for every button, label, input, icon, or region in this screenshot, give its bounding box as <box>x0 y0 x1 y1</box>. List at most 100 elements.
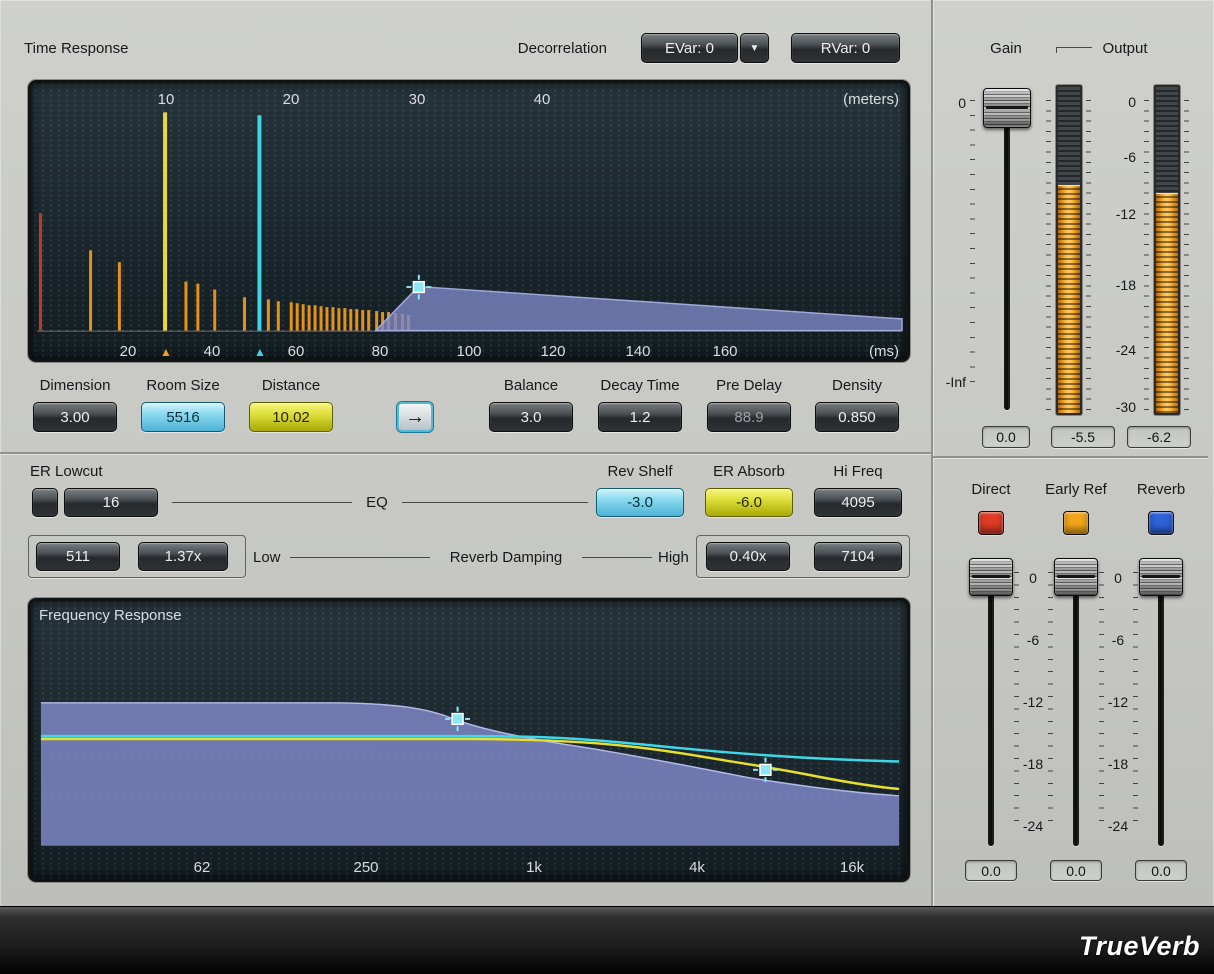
gain-scale-top: 0 <box>944 95 966 111</box>
early-ref-mute-button[interactable] <box>1063 511 1089 535</box>
right-arrow-icon: → <box>405 406 425 429</box>
early-reflection-bar <box>296 303 299 330</box>
meter-lit-region <box>1058 185 1080 413</box>
direct-sound-marker <box>39 213 42 330</box>
early-ref-fader-track[interactable] <box>1073 558 1079 846</box>
meter-left-value-box[interactable]: -5.5 <box>1051 426 1115 448</box>
roomsize-marker-line[interactable] <box>257 115 261 330</box>
er-lowcut-value-button[interactable]: 16 <box>64 488 158 517</box>
direct-fader-track[interactable] <box>988 558 994 846</box>
early-reflection-bar <box>331 307 334 330</box>
pre-delay-value-button[interactable]: 88.9 <box>707 402 791 432</box>
eq-divider-line <box>402 502 588 503</box>
gain-value: 0.0 <box>996 429 1015 445</box>
evar-dropdown-button[interactable]: ▼ <box>740 33 769 63</box>
balance-value-button[interactable]: 3.0 <box>489 402 573 432</box>
frequency-response-plot <box>31 601 907 879</box>
meter-scale-label: -24 <box>1094 342 1136 358</box>
early-reflection-bar <box>308 305 311 330</box>
room-size-label: Room Size <box>129 377 237 394</box>
meters-tick: 20 <box>271 91 311 108</box>
rvar-button[interactable]: RVar: 0 <box>791 33 900 63</box>
meter-ticks <box>1184 100 1189 410</box>
gain-scale-bottom: -Inf <box>932 374 966 390</box>
early-reflection-bar <box>349 309 352 331</box>
early-reflection-bar <box>184 282 187 331</box>
bottom-bar: TrueVerb <box>0 906 1214 974</box>
time-response-title: Time Response <box>24 40 129 57</box>
distance-marker-line[interactable] <box>163 112 167 330</box>
output-label: Output <box>1096 40 1154 57</box>
column-separator <box>931 0 933 906</box>
direct-value: 0.0 <box>981 863 1000 879</box>
direct-channel-label: Direct <box>961 481 1021 498</box>
early-reflection-bar <box>213 290 216 331</box>
meter-scale-label: 0 <box>1094 94 1136 110</box>
meter-right-value: -6.2 <box>1147 429 1171 445</box>
reverb-fader-track[interactable] <box>1158 558 1164 846</box>
early-reflection-bar <box>267 299 270 330</box>
gain-fader-handle[interactable] <box>983 88 1031 128</box>
mixer-scale-label: -12 <box>1103 694 1133 710</box>
damping-low-ratio-value: 1.37x <box>165 548 202 565</box>
decay-time-label: Decay Time <box>586 377 694 394</box>
freq-tick: 62 <box>172 859 232 876</box>
early-reflection-bar <box>325 307 328 330</box>
reverb-value-box[interactable]: 0.0 <box>1135 860 1187 881</box>
mixer-scale-label: -6 <box>1103 632 1133 648</box>
er-lowcut-toggle-button[interactable] <box>32 488 58 517</box>
decay-time-value-button[interactable]: 1.2 <box>598 402 682 432</box>
dimension-value-button[interactable]: 3.00 <box>33 402 117 432</box>
damping-low-label: Low <box>253 549 281 566</box>
damping-low-ratio-button[interactable]: 1.37x <box>138 542 228 571</box>
early-ref-value-box[interactable]: 0.0 <box>1050 860 1102 881</box>
distance-value: 10.02 <box>272 409 310 426</box>
early-reflection-bar <box>118 262 121 331</box>
early-reflection-bar <box>290 302 293 330</box>
evar-value: EVar: 0 <box>665 40 714 57</box>
meter-right-value-box[interactable]: -6.2 <box>1127 426 1191 448</box>
gain-value-box[interactable]: 0.0 <box>982 426 1030 448</box>
direct-value-box[interactable]: 0.0 <box>965 860 1017 881</box>
decorrelation-label: Decorrelation <box>495 40 607 57</box>
meter-scale-label: -6 <box>1094 149 1136 165</box>
reverb-tail-envelope <box>376 287 902 331</box>
er-absorb-value-button[interactable]: -6.0 <box>705 488 793 517</box>
freq-tick: 1k <box>504 859 564 876</box>
damping-high-freq-button[interactable]: 7104 <box>814 542 902 571</box>
frequency-response-title: Frequency Response <box>39 607 182 624</box>
room-size-value-button[interactable]: 5516 <box>141 402 225 432</box>
reverb-damping-label: Reverb Damping <box>434 549 578 566</box>
er-lowcut-value: 16 <box>103 494 120 511</box>
early-reflection-bar <box>367 310 370 331</box>
early-ref-fader-handle[interactable] <box>1054 558 1098 596</box>
copy-to-reverb-button[interactable]: → <box>397 402 433 432</box>
balance-value: 3.0 <box>521 409 542 426</box>
early-reflection-bar <box>355 309 358 331</box>
gain-fader-track[interactable] <box>1004 88 1010 410</box>
early-reflection-bar <box>302 304 305 330</box>
density-value-button[interactable]: 0.850 <box>815 402 899 432</box>
damping-divider-line <box>582 557 652 558</box>
rev-shelf-label: Rev Shelf <box>586 463 694 480</box>
damping-low-freq-button[interactable]: 511 <box>36 542 120 571</box>
damping-divider-line <box>290 557 430 558</box>
damping-high-freq-value: 7104 <box>841 548 874 565</box>
reverb-fader-handle[interactable] <box>1139 558 1183 596</box>
early-ref-value: 0.0 <box>1066 863 1085 879</box>
direct-fader-handle[interactable] <box>969 558 1013 596</box>
evar-button[interactable]: EVar: 0 <box>641 33 738 63</box>
direct-mute-button[interactable] <box>978 511 1004 535</box>
meters-tick: 40 <box>522 91 562 108</box>
distance-value-button[interactable]: 10.02 <box>249 402 333 432</box>
eq-divider-line <box>172 502 352 503</box>
output-bracket-tick <box>1056 47 1057 53</box>
reverb-mute-button[interactable] <box>1148 511 1174 535</box>
distance-marker-triangle[interactable]: ▲ <box>158 345 174 359</box>
damping-high-ratio-button[interactable]: 0.40x <box>706 542 790 571</box>
mixer-scale-label: -18 <box>1103 756 1133 772</box>
roomsize-marker-triangle[interactable]: ▲ <box>252 345 268 359</box>
trueverb-logo: TrueVerb <box>1079 931 1200 962</box>
rev-shelf-value-button[interactable]: -3.0 <box>596 488 684 517</box>
hi-freq-value-button[interactable]: 4095 <box>814 488 902 517</box>
